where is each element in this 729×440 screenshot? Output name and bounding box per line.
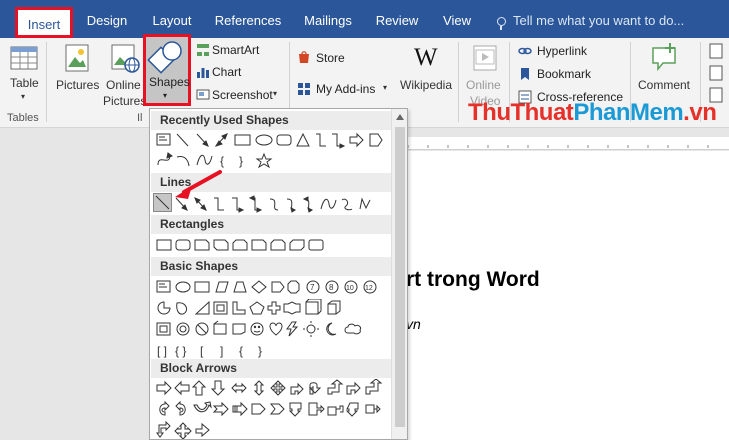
svg-text:7: 7	[310, 283, 315, 292]
text-box-shape[interactable]	[156, 133, 171, 146]
svg-text:}: }	[239, 154, 243, 168]
tell-me-search[interactable]: Tell me what you want to do...	[497, 13, 685, 30]
svg-text:W: W	[414, 44, 438, 70]
tell-me-placeholder: Tell me what you want to do...	[513, 13, 685, 28]
document-page[interactable]	[398, 151, 729, 440]
rectangles-row	[156, 236, 392, 255]
group-divider	[46, 42, 47, 122]
shapes-gallery-panel: Recently Used Shapes { } Lines Rectangle…	[149, 108, 408, 440]
svg-text:{ }: { }	[175, 344, 186, 358]
shapes-button-label: Shapes	[149, 75, 190, 89]
online-pictures-icon[interactable]	[110, 43, 140, 76]
store-button[interactable]: Store	[316, 48, 345, 68]
tab-mailings[interactable]: Mailings	[299, 9, 357, 33]
line-shape-selected[interactable]	[153, 193, 172, 212]
online-video-icon[interactable]	[472, 44, 498, 75]
section-rectangles: Rectangles	[151, 215, 391, 234]
smartart-button[interactable]: SmartArt	[212, 40, 259, 60]
svg-text:{: {	[239, 344, 243, 358]
table-dropdown-icon[interactable]: ▾	[21, 92, 25, 101]
document-heading[interactable]: rt trong Word	[406, 268, 540, 292]
basic-shapes-row-3	[156, 320, 392, 339]
screenshot-button[interactable]: Screenshot	[212, 85, 273, 105]
hyperlink-icon[interactable]	[518, 44, 532, 61]
svg-text:12: 12	[365, 285, 373, 292]
svg-text:8: 8	[329, 283, 334, 292]
group-label-tables: Tables	[7, 112, 39, 124]
group-divider	[458, 42, 459, 122]
block-arrows-row-2	[156, 400, 392, 419]
online-pictures-label-line2[interactable]: Pictures	[103, 94, 146, 108]
lightbulb-icon	[497, 17, 506, 30]
shapes-icon	[147, 41, 182, 74]
svg-text:10: 10	[346, 285, 354, 292]
my-addins-dropdown-icon[interactable]: ▾	[383, 83, 387, 92]
svg-text:[ ]: [ ]	[157, 344, 167, 358]
tab-view[interactable]: View	[439, 9, 475, 33]
watermark-logo: ThuThuatPhanMem.vn	[468, 99, 717, 126]
shapes-gallery-scrollbar[interactable]	[391, 109, 407, 439]
shapes-dropdown-icon: ▾	[163, 91, 168, 100]
svg-text:}: }	[258, 344, 262, 358]
bookmark-icon[interactable]	[518, 67, 532, 84]
table-icon[interactable]	[10, 44, 38, 75]
tab-review[interactable]: Review	[373, 9, 421, 33]
group-label-illustrations-partial: Il	[137, 112, 143, 124]
scroll-up-icon[interactable]	[395, 112, 405, 122]
block-arrows-row-3	[156, 420, 392, 439]
screenshot-dropdown-icon[interactable]: ▾	[273, 89, 277, 98]
smartart-icon[interactable]	[196, 43, 210, 60]
new-comment-icon[interactable]	[650, 42, 680, 75]
tab-references[interactable]: References	[213, 9, 283, 33]
section-block-arrows: Block Arrows	[151, 359, 391, 378]
online-pictures-label-line1[interactable]: Online	[106, 78, 141, 92]
scrollbar-thumb[interactable]	[395, 127, 405, 427]
tab-layout[interactable]: Layout	[146, 9, 198, 33]
hyperlink-button[interactable]: Hyperlink	[537, 41, 587, 61]
tab-design[interactable]: Design	[82, 9, 132, 33]
recent-shapes-row-1	[156, 131, 392, 150]
ribbon-tab-bar: Insert Design Layout References Mailings…	[0, 0, 729, 40]
store-icon[interactable]	[297, 50, 311, 67]
basic-shapes-row-2	[156, 298, 392, 318]
comment-button-label[interactable]: Comment	[638, 78, 690, 92]
basic-shapes-row-4: [ ] { } [ ] { }	[156, 341, 392, 360]
shapes-button[interactable]: Shapes ▾	[143, 34, 191, 106]
pictures-button-label[interactable]: Pictures	[56, 78, 99, 92]
basic-shapes-row-1: 7 8 10 12	[156, 278, 392, 297]
chart-icon[interactable]	[196, 65, 210, 82]
my-addins-button[interactable]: My Add-ins	[316, 79, 375, 99]
wikipedia-icon[interactable]: W	[412, 42, 440, 73]
online-video-label-line1[interactable]: Online	[466, 78, 501, 92]
block-arrows-row-1	[156, 378, 392, 398]
horizontal-ruler	[398, 137, 729, 150]
pictures-icon[interactable]	[64, 43, 90, 76]
my-addins-icon[interactable]	[297, 82, 311, 99]
annotation-arrow-icon	[175, 170, 222, 199]
bookmark-button[interactable]: Bookmark	[537, 64, 591, 84]
section-recently-used: Recently Used Shapes	[151, 111, 391, 130]
svg-text:]: ]	[220, 344, 223, 358]
tab-insert[interactable]: Insert	[15, 7, 73, 38]
svg-text:[: [	[200, 344, 204, 358]
screenshot-icon[interactable]	[196, 88, 210, 105]
table-button-label[interactable]: Table	[10, 76, 39, 90]
chart-button[interactable]: Chart	[212, 62, 241, 82]
section-basic-shapes: Basic Shapes	[151, 257, 391, 276]
wikipedia-button-label[interactable]: Wikipedia	[400, 78, 452, 92]
document-subline[interactable]: vn	[406, 316, 421, 332]
svg-text:{: {	[220, 154, 224, 168]
